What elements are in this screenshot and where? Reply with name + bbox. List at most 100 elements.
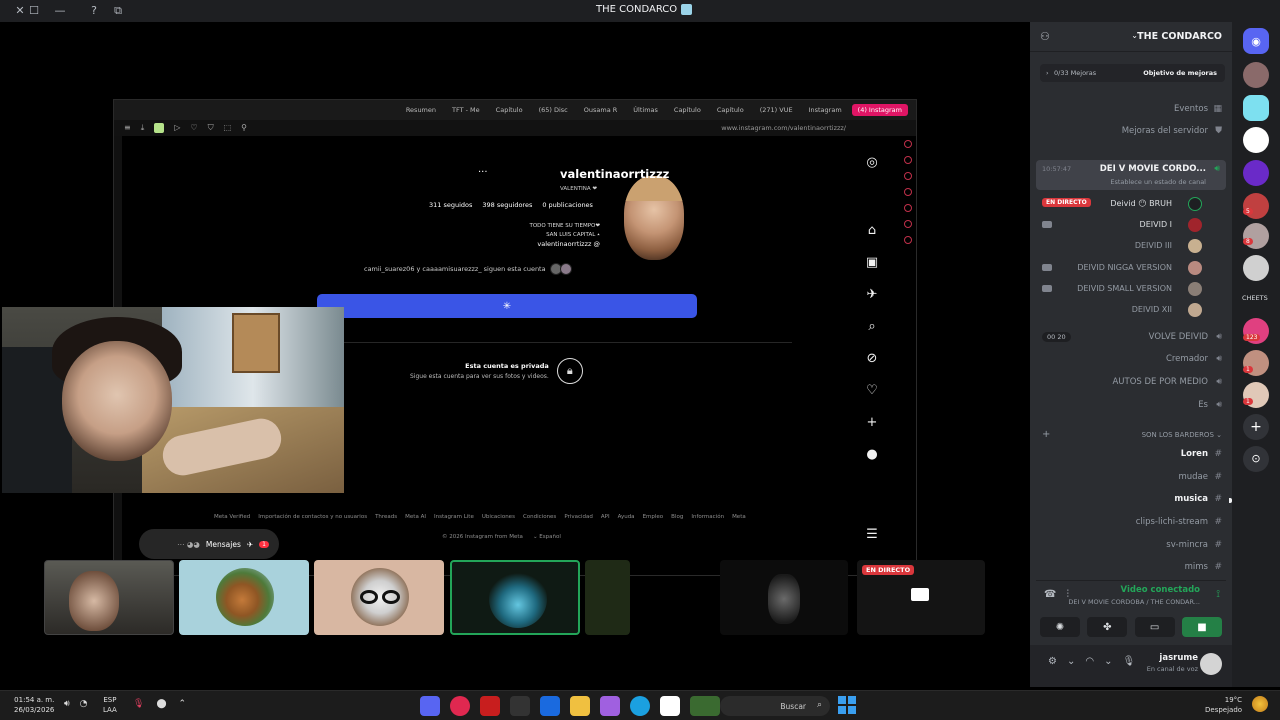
sidebar-item-boosts[interactable]: Mejoras del servidor ⛊ xyxy=(1030,122,1232,142)
browser-tab[interactable]: Resumen xyxy=(400,104,442,116)
screenshot-icon[interactable]: ⬚ xyxy=(224,123,232,133)
server-icon[interactable] xyxy=(1243,62,1269,88)
footer-link[interactable]: Meta Verified xyxy=(214,514,250,520)
voice-user[interactable]: EN DIRECTO Deivid 😶 BRUH xyxy=(1030,194,1232,214)
footer-link[interactable]: Información xyxy=(691,514,724,520)
invite-people-icon[interactable]: ⚇ xyxy=(1040,30,1050,43)
discover-icon[interactable]: ⊙ xyxy=(1243,446,1269,472)
voice-channel-active[interactable]: 10:57:47 DEI V MOVIE CORDO... Establece … xyxy=(1036,160,1226,190)
user-avatar[interactable] xyxy=(1200,653,1222,675)
sidebar-app-icon[interactable] xyxy=(904,156,912,164)
profile-avatar-icon[interactable]: ● xyxy=(864,447,880,462)
text-channel[interactable]: sv-mincra # xyxy=(1030,536,1232,556)
following-count[interactable]: 311 seguidos xyxy=(429,201,472,209)
soundboard-button[interactable]: ✺ xyxy=(1040,617,1080,637)
start-button[interactable] xyxy=(838,696,856,714)
boost-goal[interactable]: › 0/33 Mejoras Objetivo de mejoras xyxy=(1040,64,1225,82)
help-icon[interactable]: ? xyxy=(86,3,102,19)
server-icon[interactable] xyxy=(1243,255,1269,281)
footer-link[interactable]: Condiciones xyxy=(523,514,556,520)
home-icon[interactable]: ⌂ xyxy=(864,223,880,238)
volume-icon[interactable]: 🔊︎ xyxy=(64,699,70,709)
footer-link[interactable]: Ubicaciones xyxy=(482,514,515,520)
text-channel[interactable]: mudae # xyxy=(1030,468,1232,488)
server-icon[interactable] xyxy=(1243,127,1269,153)
sidebar-app-icon[interactable] xyxy=(904,204,912,212)
participant-tile[interactable] xyxy=(314,560,444,635)
messages-button[interactable]: ⋯ ◕◕ Mensajes ✈ 1 xyxy=(139,529,279,559)
messenger-nav-icon[interactable]: ✈ xyxy=(864,287,880,302)
url-text[interactable]: www.instagram.com/valentinaorrtizzz/ xyxy=(721,124,846,132)
more-menu-icon[interactable]: ☰ xyxy=(864,527,880,542)
discord-app-icon[interactable] xyxy=(420,696,440,716)
footer-link[interactable]: Empleo xyxy=(643,514,664,520)
add-server-icon[interactable]: + xyxy=(1243,414,1269,440)
profile-picture[interactable] xyxy=(624,176,684,260)
language-select[interactable]: ⌄ Español xyxy=(533,534,561,540)
footer-link[interactable]: Meta xyxy=(732,514,746,520)
followed-by[interactable]: camii_suarez06 y caaaamisuarezzz_ siguen… xyxy=(364,263,572,275)
browser-tab[interactable]: (4) Instagram xyxy=(851,104,908,116)
server-icon[interactable] xyxy=(1243,160,1269,186)
edge-app-icon[interactable] xyxy=(630,696,650,716)
participant-tile[interactable] xyxy=(179,560,309,635)
activities-button[interactable]: ✤ xyxy=(1087,617,1128,637)
voice-user[interactable]: DEIVID SMALL VERSION xyxy=(1030,279,1232,299)
app-icon[interactable] xyxy=(660,696,680,716)
user-name[interactable]: jasrume xyxy=(1159,653,1198,663)
heart-icon[interactable]: ♡ xyxy=(190,123,197,133)
footer-link[interactable]: Meta AI xyxy=(405,514,426,520)
browser-tab[interactable]: Últimas xyxy=(627,104,664,116)
follow-button-loading[interactable]: ✳ xyxy=(317,294,697,318)
file-explorer-icon[interactable] xyxy=(570,696,590,716)
menu-icon[interactable]: ≡ xyxy=(124,123,131,133)
browser-tab[interactable]: (65) Disc xyxy=(533,104,574,116)
footer-link[interactable]: Blog xyxy=(671,514,683,520)
pin-icon[interactable]: ⚲ xyxy=(241,123,247,133)
server-icon[interactable] xyxy=(1243,223,1269,249)
send-icon[interactable]: ▷ xyxy=(174,123,180,133)
headphones-icon[interactable]: ◠ xyxy=(1085,656,1094,667)
sidebar-app-icon[interactable] xyxy=(904,172,912,180)
footer-link[interactable]: Threads xyxy=(375,514,397,520)
text-channel[interactable]: mims # xyxy=(1030,558,1232,578)
text-channel[interactable]: Loren # xyxy=(1030,445,1232,465)
taskbar-clock[interactable]: 01:54 a. m. 26/03/2026 xyxy=(14,695,54,715)
followers-count[interactable]: 398 seguidores xyxy=(482,201,532,209)
voice-channel[interactable]: Cremador 🔊︎ xyxy=(1030,350,1232,370)
create-plus-icon[interactable]: + xyxy=(864,415,880,430)
server-icon[interactable] xyxy=(1243,95,1269,121)
popout-icon[interactable]: ⧉ xyxy=(110,3,126,19)
footer-link[interactable]: API xyxy=(601,514,610,520)
download-icon[interactable]: ⤓ xyxy=(141,123,145,133)
maximize-window-button[interactable]: ☐ xyxy=(26,3,42,19)
extension-icon[interactable] xyxy=(154,123,165,133)
text-channel[interactable]: clips-lichi-stream # xyxy=(1030,513,1232,533)
browser-tab[interactable]: Capítulo xyxy=(711,104,750,116)
camera-button[interactable]: ■ xyxy=(1181,617,1222,637)
channel-category[interactable]: + SON LOS BARDEROS ⌄ xyxy=(1030,428,1232,444)
browser-tab[interactable]: Ousama R xyxy=(578,104,624,116)
server-header[interactable]: ⚇ ⌄ THE CONDARCO xyxy=(1030,22,1232,52)
threads-handle[interactable]: valentinaorrtizzz @ xyxy=(524,240,600,249)
voice-user[interactable]: DEIVID XII xyxy=(1030,300,1232,320)
language-indicator[interactable]: ESP LAA xyxy=(103,695,117,715)
notifications-heart-icon[interactable]: ♡ xyxy=(864,383,880,398)
explore-icon[interactable]: ⊘ xyxy=(864,351,880,366)
screen-share-button[interactable]: ▭ xyxy=(1134,617,1175,637)
minimize-window-button[interactable]: — xyxy=(52,3,68,19)
footer-link[interactable]: Privacidad xyxy=(564,514,593,520)
network-tray-icon[interactable]: ⬤ xyxy=(156,699,166,709)
app-icon[interactable] xyxy=(690,696,720,716)
browser-tab[interactable]: TFT - Me xyxy=(446,104,486,116)
copilot-icon[interactable] xyxy=(600,696,620,716)
reels-icon[interactable]: ▣ xyxy=(864,255,880,270)
sidebar-app-icon[interactable] xyxy=(904,220,912,228)
browser-tab[interactable]: Capítulo xyxy=(668,104,707,116)
participant-tile[interactable] xyxy=(585,560,630,635)
app-icon[interactable] xyxy=(510,696,530,716)
chevron-down-icon[interactable]: ⌄ xyxy=(1067,656,1075,667)
voice-user[interactable]: DEIVID III xyxy=(1030,236,1232,256)
footer-link[interactable]: Instagram Lite xyxy=(434,514,474,520)
address-bar[interactable]: ≡ ⤓ ▷ ♡ ⛉ ⬚ ⚲ www.instagram.com/valentin… xyxy=(114,120,916,136)
